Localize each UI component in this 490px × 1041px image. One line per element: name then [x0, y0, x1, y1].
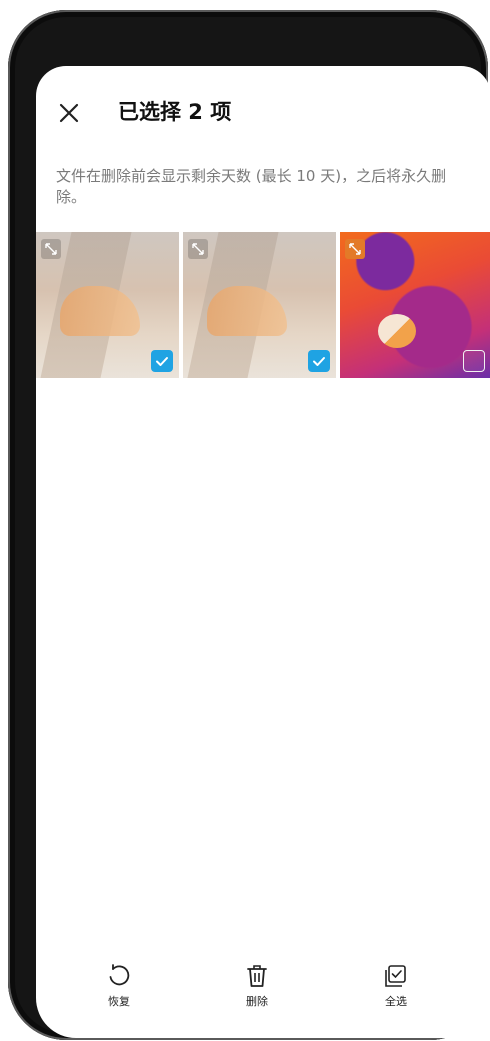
checkbox-checked[interactable] [151, 350, 173, 372]
close-icon [59, 103, 79, 123]
restore-label: 恢复 [108, 995, 130, 1008]
restore-button[interactable]: 恢复 [89, 962, 149, 1009]
expand-button[interactable] [188, 239, 208, 259]
close-button[interactable] [56, 100, 82, 126]
check-icon [156, 357, 168, 366]
checkbox-unchecked[interactable] [463, 350, 485, 372]
photo-3[interactable] [340, 232, 490, 378]
expand-icon [192, 243, 204, 255]
checkbox-checked[interactable] [308, 350, 330, 372]
trash-icon [247, 965, 267, 987]
photo-1[interactable] [36, 232, 179, 378]
delete-button[interactable]: 删除 [227, 962, 287, 1009]
delete-label: 删除 [246, 995, 268, 1008]
select-all-label: 全选 [385, 995, 407, 1008]
expand-button[interactable] [345, 239, 365, 259]
photo-2[interactable] [183, 232, 336, 378]
phone-frame: 已选择 2 项 文件在删除前会显示剩余天数 (最长 10 天)，之后将永久删除。 [8, 10, 490, 1040]
expand-button[interactable] [41, 239, 61, 259]
select-all-button[interactable]: 全选 [366, 962, 426, 1009]
bottom-toolbar: 恢复 删除 全选 [36, 962, 490, 1022]
deletion-notice: 文件在删除前会显示剩余天数 (最长 10 天)，之后将永久删除。 [56, 167, 447, 206]
check-icon [313, 357, 325, 366]
page-title: 已选择 2 项 [118, 100, 232, 124]
restore-icon [109, 964, 130, 986]
screen: 已选择 2 项 文件在删除前会显示剩余天数 (最长 10 天)，之后将永久删除。 [36, 66, 490, 1038]
photo-grid [36, 232, 490, 378]
select-all-icon [385, 965, 406, 987]
expand-icon [349, 243, 361, 255]
expand-icon [45, 243, 57, 255]
selection-header: 已选择 2 项 [36, 90, 490, 134]
